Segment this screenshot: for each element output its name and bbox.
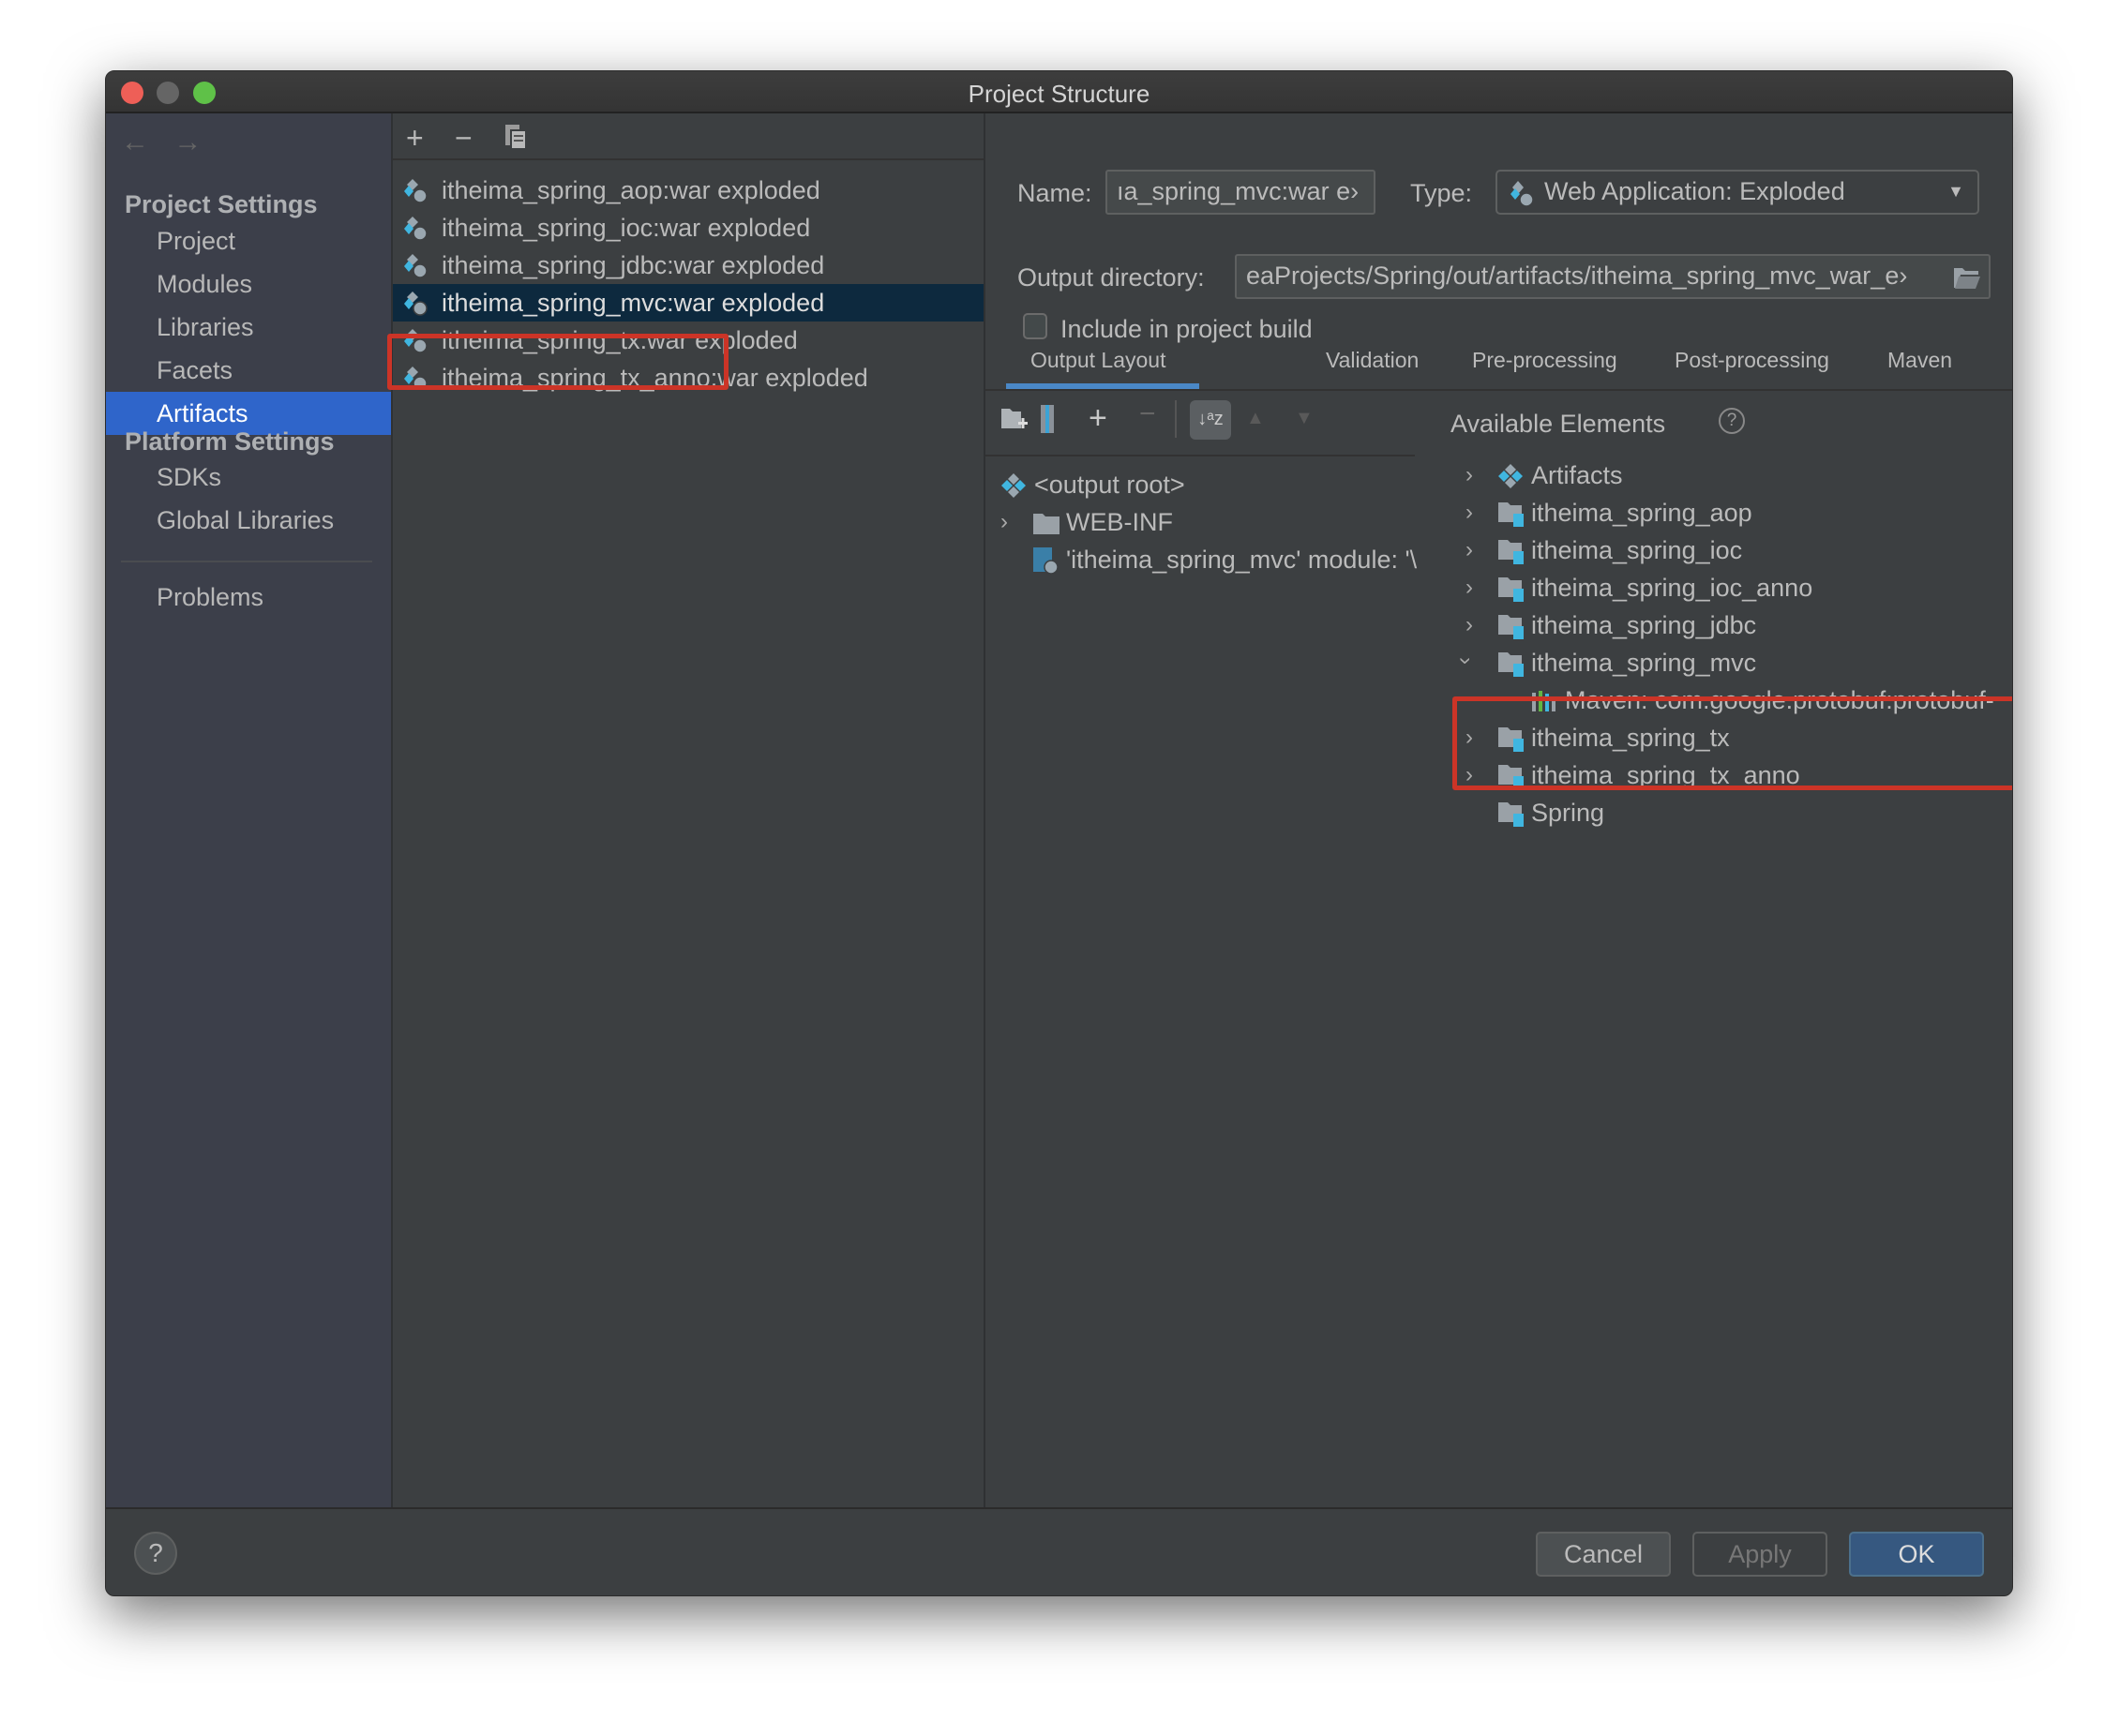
archive-icon[interactable] (1040, 404, 1055, 434)
tab-output-layout[interactable]: Output Layout (1030, 348, 1166, 373)
tab-validation[interactable]: Validation (1326, 348, 1419, 373)
tree-item-label: itheima_spring_mvc (1531, 649, 1757, 677)
tab-pre-processing[interactable]: Pre-processing (1472, 348, 1617, 373)
chevron-down-icon: ▼ (1947, 182, 1964, 201)
available-elements-label: Available Elements (1450, 410, 1666, 438)
module-folder-icon (1497, 575, 1525, 613)
sidebar-item-facets[interactable]: Facets (106, 349, 391, 392)
layout-toolbar-divider (985, 455, 1415, 456)
add-element-button[interactable]: + (1089, 400, 1107, 437)
apply-button[interactable]: Apply (1692, 1532, 1827, 1577)
sidebar-item-sdks[interactable]: SDKs (106, 456, 391, 499)
remove-artifact-button[interactable]: − (455, 121, 473, 156)
sort-alpha-button[interactable]: ↓ᵃz (1190, 400, 1231, 440)
toolbar-separator (1175, 400, 1177, 438)
artifact-list-item[interactable]: itheima_spring_aop:war exploded (393, 172, 984, 209)
tabs-divider (985, 389, 2012, 391)
type-dropdown[interactable]: Web Application: Exploded ▼ (1495, 170, 1979, 215)
sidebar-divider (121, 561, 372, 562)
artifact-item-label: itheima_spring_ioc:war exploded (442, 214, 811, 242)
sidebar-item-modules[interactable]: Modules (106, 262, 391, 306)
sidebar-item-project[interactable]: Project (106, 219, 391, 262)
sidebar-item-global-libraries[interactable]: Global Libraries (106, 499, 391, 542)
artifact-details-panel: Name: ıa_spring_mvc:war e› Type: Web App… (985, 113, 2012, 1564)
help-circle-icon[interactable]: ? (1719, 408, 1745, 434)
title-bar: Project Structure (106, 71, 2012, 113)
chevron-right-icon[interactable]: › (1465, 606, 1473, 644)
tree-item-label: itheima_spring_ioc (1531, 536, 1743, 564)
include-in-build-checkbox[interactable] (1023, 313, 1047, 339)
project-structure-dialog: Project Structure ← → Project Settings P… (105, 70, 2013, 1596)
tree-item-label: itheima_spring_ioc_anno (1531, 574, 1813, 602)
section-project-settings: Project Settings (125, 190, 318, 218)
web-artifact-icon (404, 179, 428, 203)
web-artifact-icon (1510, 181, 1534, 207)
dialog-footer: ? Cancel Apply OK (106, 1507, 2012, 1595)
tree-item-label: Artifacts (1531, 461, 1623, 489)
artifact-list-item[interactable]: itheima_spring_ioc:war exploded (393, 209, 984, 247)
copy-icon[interactable] (503, 123, 528, 158)
arrow-left-icon[interactable]: ← (121, 127, 149, 157)
output-directory-label: Output directory: (1017, 263, 1205, 292)
artifacts-toolbar: + − (393, 113, 984, 160)
folder-open-icon[interactable] (1953, 265, 1981, 290)
artifact-item-label: itheima_spring_aop:war exploded (442, 176, 820, 204)
folder-icon (1032, 509, 1060, 546)
web-artifact-icon (404, 254, 428, 278)
output-directory-input[interactable]: eaProjects/Spring/out/artifacts/itheima_… (1235, 254, 1991, 299)
remove-element-button[interactable]: − (1139, 398, 1156, 430)
include-in-build-label: Include in project build (1060, 315, 1313, 343)
name-input[interactable]: ıa_spring_mvc:war e› (1105, 170, 1375, 215)
add-artifact-button[interactable]: + (406, 121, 424, 156)
tree-item-label: itheima_spring_aop (1531, 499, 1752, 527)
tree-item-label: WEB-INF (1066, 508, 1173, 536)
sidebar-item-problems[interactable]: Problems (106, 576, 391, 619)
artifacts-list-panel: + − itheima_spring_aop:war exploded ithei… (387, 113, 985, 1507)
move-up-icon[interactable]: ▲ (1246, 408, 1265, 429)
output-directory-value: eaProjects/Spring/out/artifacts/itheima_… (1246, 262, 1908, 290)
module-folder-icon (1497, 650, 1525, 688)
artifact-item-label: itheima_spring_jdbc:war exploded (442, 251, 825, 279)
module-folder-icon (1497, 612, 1525, 651)
artifact-item-label: itheima_spring_mvc:war exploded (442, 289, 825, 317)
help-button[interactable]: ? (134, 1532, 177, 1575)
window-title: Project Structure (968, 80, 1150, 108)
chevron-down-icon[interactable]: › (1447, 657, 1484, 665)
tab-post-processing[interactable]: Post-processing (1675, 348, 1829, 373)
move-down-icon[interactable]: ▼ (1295, 408, 1314, 429)
name-label: Name: (1017, 179, 1092, 207)
web-artifact-icon (404, 292, 428, 316)
web-artifact-icon (404, 217, 428, 241)
tree-item-label: Spring (1531, 799, 1605, 827)
module-folder-icon (1497, 800, 1525, 838)
cancel-button[interactable]: Cancel (1536, 1532, 1671, 1577)
module-folder-icon (1497, 500, 1525, 538)
arrow-right-icon[interactable]: → (173, 127, 202, 157)
module-folder-icon (1497, 537, 1525, 576)
web-module-icon (1032, 546, 1060, 585)
sidebar-item-libraries[interactable]: Libraries (106, 306, 391, 349)
new-directory-icon[interactable] (1000, 406, 1029, 432)
artifact-icon (1497, 462, 1524, 500)
chevron-right-icon[interactable]: › (1465, 494, 1473, 531)
type-value: Web Application: Exploded (1544, 177, 1845, 205)
ok-button[interactable]: OK (1849, 1532, 1984, 1577)
chevron-right-icon[interactable]: › (1000, 503, 1008, 541)
nav-arrows: ← → (121, 127, 202, 158)
section-platform-settings: Platform Settings (125, 427, 335, 456)
tree-item-label: <output root> (1034, 471, 1185, 499)
highlight-box (1452, 696, 2012, 790)
tree-item-label: 'itheima_spring_mvc' module: '\ (1066, 546, 1418, 574)
chevron-right-icon[interactable]: › (1465, 456, 1473, 494)
chevron-right-icon[interactable]: › (1465, 531, 1473, 569)
chevron-right-icon[interactable]: › (1465, 569, 1473, 606)
tab-maven[interactable]: Maven (1887, 348, 1952, 373)
artifact-list-item[interactable]: itheima_spring_jdbc:war exploded (393, 247, 984, 284)
highlight-box (387, 334, 729, 390)
type-label: Type: (1410, 179, 1473, 207)
tree-item-label: itheima_spring_jdbc (1531, 611, 1757, 639)
sidebar: ← → Project Settings Project Modules Lib… (106, 113, 393, 1507)
artifact-list-item[interactable]: itheima_spring_mvc:war exploded (393, 284, 984, 322)
